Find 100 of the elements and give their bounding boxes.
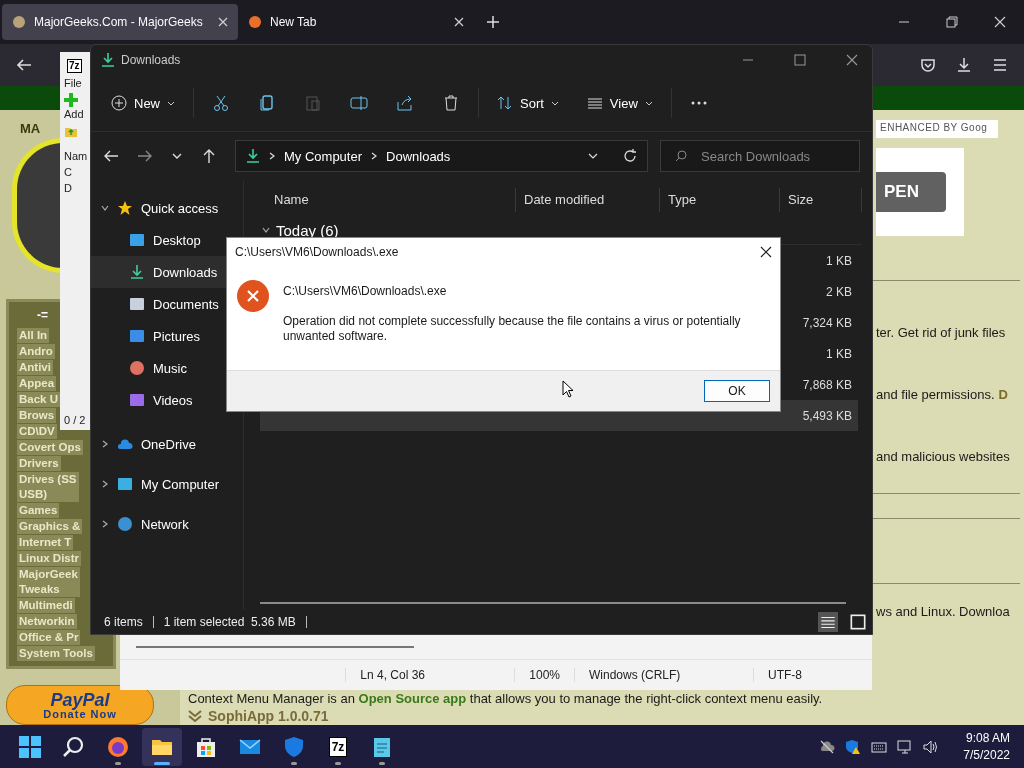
sort-arrows-icon: [497, 95, 513, 111]
menu-item[interactable]: File: [64, 77, 82, 89]
speaker-icon[interactable]: [923, 738, 940, 755]
column-header[interactable]: Date modified: [516, 188, 660, 212]
back-arrow-icon[interactable]: [16, 57, 32, 73]
notepad-icon: [371, 735, 393, 758]
scrollbar-thumb[interactable]: [136, 646, 414, 648]
download-icon: [129, 264, 145, 280]
status-text: Windows (CRLF): [574, 668, 753, 682]
new-button[interactable]: New: [111, 95, 175, 111]
column-header[interactable]: Nam: [64, 150, 88, 162]
chevron-down-icon[interactable]: [101, 204, 109, 212]
chevron-down-icon[interactable]: [262, 226, 270, 234]
status-text: UTF-8: [753, 668, 872, 682]
rename-icon[interactable]: [350, 94, 368, 112]
status-text: 1 item selected 5.36 MB: [163, 615, 296, 629]
share-icon[interactable]: [396, 94, 414, 112]
details-view-icon[interactable]: [818, 612, 838, 632]
close-icon[interactable]: [760, 246, 772, 258]
column-header[interactable]: Type: [660, 188, 780, 212]
windows-logo-icon: [19, 735, 41, 758]
article-link[interactable]: D: [998, 387, 1008, 405]
taskbar-app[interactable]: [142, 727, 182, 766]
window-title: Downloads: [121, 53, 181, 67]
video-icon: [129, 392, 145, 408]
tab-favicon-icon: [12, 15, 26, 29]
add-button[interactable]: Add: [64, 93, 84, 120]
search-icon: [675, 150, 687, 162]
nav-item[interactable]: OneDrive: [91, 424, 227, 464]
cut-icon[interactable]: [212, 94, 230, 112]
browser-tab[interactable]: New Tab: [238, 4, 474, 40]
refresh-icon[interactable]: [623, 149, 637, 163]
nav-item[interactable]: Network: [91, 504, 227, 544]
article-text: and file permissions.: [876, 387, 995, 404]
breadcrumb-item[interactable]: My Computer: [284, 148, 363, 164]
download-icon[interactable]: [956, 57, 972, 73]
column-header[interactable]: Name: [260, 188, 516, 212]
tiles-view-icon[interactable]: [848, 612, 868, 632]
trash-icon[interactable]: [442, 94, 460, 112]
nav-item[interactable]: Music: [91, 352, 227, 384]
status-text: 100%: [514, 668, 574, 682]
address-bar[interactable]: My Computer Downloads: [235, 140, 648, 172]
close-icon[interactable]: [846, 54, 858, 66]
paypal-donate-button[interactable]: PayPal Donate Now: [6, 685, 154, 725]
breadcrumb-item[interactable]: Downloads: [386, 148, 451, 164]
plus-icon: [64, 93, 78, 107]
status-text: Ln 4, Col 36: [345, 668, 515, 682]
nav-item[interactable]: Downloads: [91, 256, 227, 288]
search-field[interactable]: Search Downloads: [660, 140, 860, 172]
chevron-right-icon: [370, 152, 379, 160]
cloud-off-icon[interactable]: [819, 738, 836, 755]
file-row[interactable]: D: [64, 182, 72, 194]
nav-item[interactable]: Pictures: [91, 320, 227, 352]
plus-circle-icon: [111, 95, 127, 111]
app-logo: 7z: [67, 59, 82, 73]
nav-item[interactable]: Quick access: [91, 192, 227, 224]
nav-item[interactable]: Videos: [91, 384, 227, 416]
browser-globe-icon: [107, 735, 129, 758]
chevron-right-icon[interactable]: [101, 440, 109, 448]
article-text: Context Menu Manager is an Open Source app that allows you to manage the right-click context menu easily.: [188, 691, 824, 706]
clock[interactable]: 9:08 AM 7/5/2022: [957, 729, 1016, 764]
chevron-right-icon[interactable]: [101, 480, 109, 488]
status-text: 0 / 2: [64, 414, 86, 426]
article-text: ter. Get rid of junk files: [876, 325, 1006, 342]
column-header[interactable]: Size: [780, 188, 862, 212]
forward-arrow-icon[interactable]: [137, 148, 153, 164]
search-field[interactable]: ENHANCED BY Goog: [876, 120, 998, 138]
new-tab-icon[interactable]: [486, 15, 500, 29]
desktop-icon: [129, 232, 145, 248]
network-icon[interactable]: [897, 738, 914, 755]
chevron-right-icon[interactable]: [101, 520, 109, 528]
scrollbar-thumb[interactable]: [260, 602, 846, 604]
star-icon: [117, 200, 133, 216]
pocket-icon[interactable]: [920, 57, 936, 73]
maximize-icon[interactable]: [794, 54, 806, 66]
article-text: ws and Linux. Downloa: [876, 604, 1011, 621]
view-button[interactable]: View: [586, 95, 653, 111]
copy-icon[interactable]: [258, 94, 276, 112]
article-title[interactable]: SophiApp 1.0.0.71: [208, 708, 329, 724]
ok-button[interactable]: OK: [704, 380, 770, 402]
restore-icon[interactable]: [946, 16, 958, 28]
search-icon: [63, 735, 85, 758]
picture-icon: [129, 328, 145, 344]
nav-item[interactable]: Documents: [91, 288, 227, 320]
shopping-bag-icon: [195, 735, 217, 758]
caret-icon: [644, 99, 653, 107]
taskbar-app[interactable]: 7z: [318, 727, 358, 766]
sort-button[interactable]: Sort: [497, 95, 559, 111]
browser-tab[interactable]: MajorGeeks.Com - MajorGeeks: [2, 4, 238, 40]
download-icon: [246, 149, 260, 163]
open-button[interactable]: PEN: [876, 172, 946, 212]
back-arrow-icon[interactable]: [103, 148, 119, 164]
nav-item[interactable]: Desktop: [91, 224, 227, 256]
up-arrow-icon[interactable]: [201, 148, 217, 164]
menu-icon[interactable]: [992, 57, 1008, 73]
file-row[interactable]: C: [64, 166, 72, 178]
status-text: 6 items: [104, 615, 143, 629]
nav-item[interactable]: My Computer: [91, 464, 227, 504]
shield-warning-icon[interactable]: [845, 738, 862, 755]
monitor-icon: [117, 476, 133, 492]
